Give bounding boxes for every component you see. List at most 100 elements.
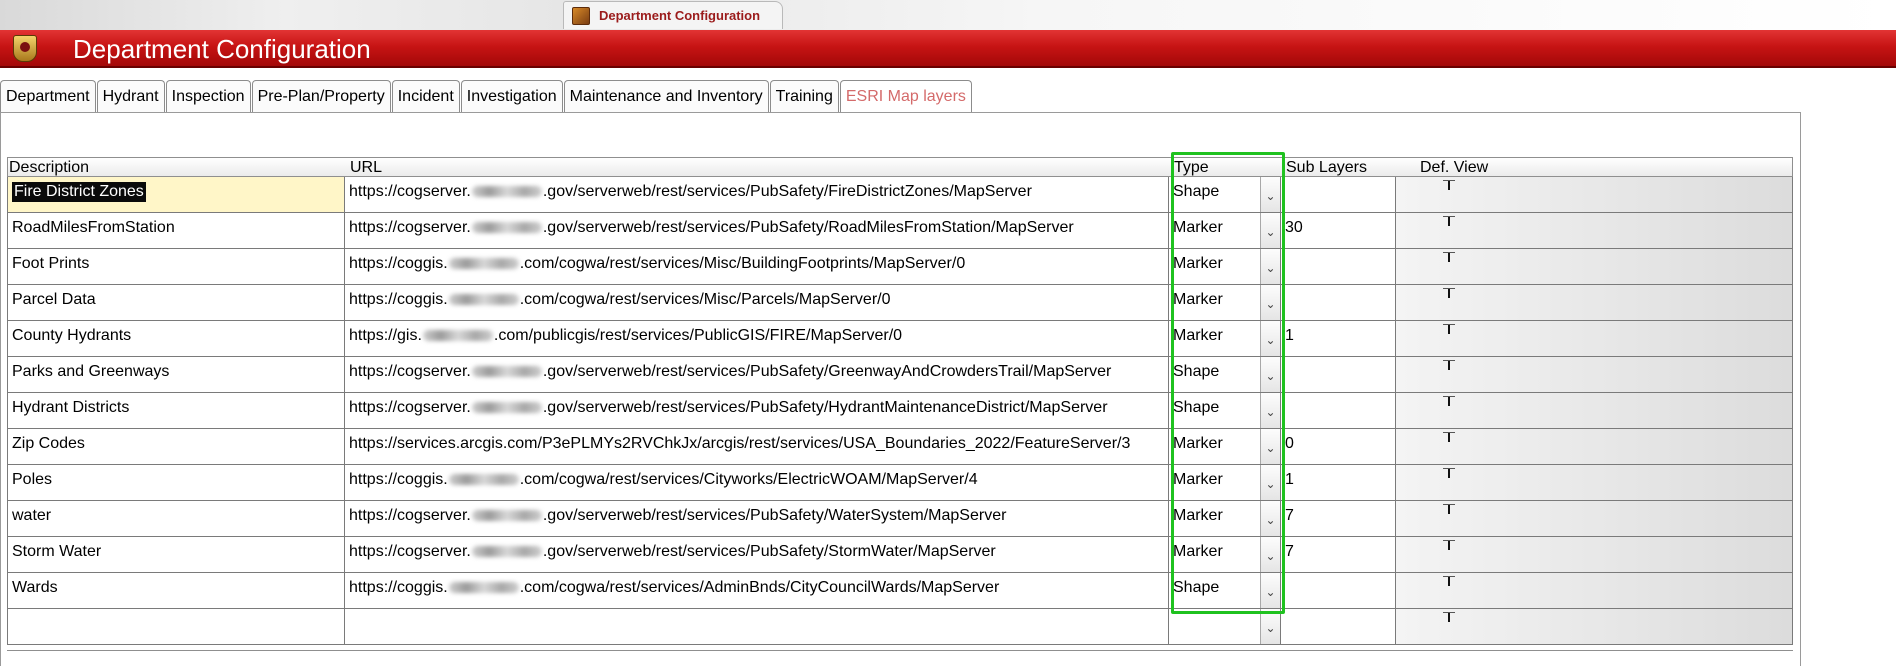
url-cell[interactable]: https://cogserver. .gov/serverweb/rest/se… [345,537,1169,573]
description-cell[interactable]: Poles [7,465,345,501]
table-row[interactable]: RoadMilesFromStation https://cogserver. .g… [7,213,1793,249]
table-row[interactable]: Parks and Greenways https://cogserver. .go… [7,357,1793,393]
tab-pre-plan-property[interactable]: Pre-Plan/Property [251,80,391,113]
column-header-def-view[interactable]: Def. View [1420,159,1488,177]
sub-layers-cell[interactable]: 1 [1281,465,1396,501]
url-cell[interactable]: https://coggis. .com/cogwa/rest/services/… [345,249,1169,285]
def-view-cell[interactable] [1396,357,1793,393]
type-dropdown[interactable]: Shape ⌄ [1169,393,1281,429]
description-cell[interactable] [7,609,345,645]
table-row[interactable]: Hydrant Districts https://cogserver. .gov/… [7,393,1793,429]
table-row[interactable]: County Hydrants https://gis. .com/publicgi… [7,321,1793,357]
sub-layers-cell[interactable] [1281,393,1396,429]
def-view-cell[interactable] [1396,285,1793,321]
tab-investigation[interactable]: Investigation [460,80,563,113]
url-cell[interactable]: https://cogserver. .gov/serverweb/rest/se… [345,357,1169,393]
table-row[interactable]: ⌄ [7,609,1793,645]
table-row[interactable]: Foot Prints https://coggis. .com/cogwa/res… [7,249,1793,285]
chevron-down-icon[interactable]: ⌄ [1260,177,1280,212]
def-view-cell[interactable] [1396,429,1793,465]
sub-layers-cell[interactable]: 1 [1281,321,1396,357]
sub-layers-cell[interactable] [1281,357,1396,393]
def-view-checkbox[interactable] [1443,360,1455,370]
description-cell[interactable]: water [7,501,345,537]
description-cell[interactable]: County Hydrants [7,321,345,357]
description-cell[interactable]: Parcel Data [7,285,345,321]
type-dropdown[interactable]: Marker ⌄ [1169,501,1281,537]
def-view-checkbox[interactable] [1443,252,1455,262]
def-view-cell[interactable] [1396,573,1793,609]
type-dropdown[interactable]: Marker ⌄ [1169,537,1281,573]
document-tab[interactable]: Department Configuration [563,1,783,29]
chevron-down-icon[interactable]: ⌄ [1260,321,1280,356]
column-header-description[interactable]: Description [9,159,89,177]
type-dropdown[interactable]: Marker ⌄ [1169,321,1281,357]
description-cell[interactable]: Storm Water [7,537,345,573]
def-view-checkbox[interactable] [1443,396,1455,406]
sub-layers-cell[interactable] [1281,249,1396,285]
sub-layers-cell[interactable] [1281,285,1396,321]
description-cell[interactable]: RoadMilesFromStation [7,213,345,249]
chevron-down-icon[interactable]: ⌄ [1260,537,1280,572]
url-cell[interactable]: https://coggis. .com/cogwa/rest/services/… [345,285,1169,321]
chevron-down-icon[interactable]: ⌄ [1260,429,1280,464]
url-cell[interactable] [345,609,1169,645]
description-cell[interactable]: Foot Prints [7,249,345,285]
type-dropdown[interactable]: Shape ⌄ [1169,357,1281,393]
description-cell[interactable]: Hydrant Districts [7,393,345,429]
chevron-down-icon[interactable]: ⌄ [1260,285,1280,320]
table-row[interactable]: water https://cogserver. .gov/serverweb/re… [7,501,1793,537]
def-view-cell[interactable] [1396,249,1793,285]
sub-layers-cell[interactable]: 0 [1281,429,1396,465]
def-view-checkbox[interactable] [1443,180,1455,190]
url-cell[interactable]: https://services.arcgis.com/P3ePLMYs2RVC… [345,429,1169,465]
def-view-checkbox[interactable] [1443,468,1455,478]
url-cell[interactable]: https://cogserver. .gov/serverweb/rest/se… [345,213,1169,249]
def-view-checkbox[interactable] [1443,612,1455,622]
type-dropdown[interactable]: Marker ⌄ [1169,249,1281,285]
def-view-checkbox[interactable] [1443,504,1455,514]
url-cell[interactable]: https://coggis. .com/cogwa/rest/services/… [345,465,1169,501]
def-view-checkbox[interactable] [1443,540,1455,550]
sub-layers-cell[interactable] [1281,609,1396,645]
url-cell[interactable]: https://coggis. .com/cogwa/rest/services/… [345,573,1169,609]
tab-department[interactable]: Department [0,80,96,113]
def-view-cell[interactable] [1396,177,1793,213]
chevron-down-icon[interactable]: ⌄ [1260,249,1280,284]
table-row[interactable]: Storm Water https://cogserver. .gov/server… [7,537,1793,573]
table-row[interactable]: Zip Codes https://services.arcgis.com/P3e… [7,429,1793,465]
type-dropdown[interactable]: ⌄ [1169,609,1281,645]
chevron-down-icon[interactable]: ⌄ [1260,357,1280,392]
def-view-cell[interactable] [1396,321,1793,357]
description-cell[interactable]: Fire District Zones [7,177,345,213]
def-view-cell[interactable] [1396,501,1793,537]
sub-layers-cell[interactable]: 7 [1281,501,1396,537]
def-view-cell[interactable] [1396,393,1793,429]
type-dropdown[interactable]: Marker ⌄ [1169,429,1281,465]
sub-layers-cell[interactable] [1281,573,1396,609]
column-header-sub-layers[interactable]: Sub Layers [1286,159,1367,177]
tab-incident[interactable]: Incident [391,80,460,113]
def-view-checkbox[interactable] [1443,288,1455,298]
chevron-down-icon[interactable]: ⌄ [1260,501,1280,536]
type-dropdown[interactable]: Marker ⌄ [1169,285,1281,321]
sub-layers-cell[interactable] [1281,177,1396,213]
table-row[interactable]: Poles https://coggis. .com/cogwa/rest/serv… [7,465,1793,501]
url-cell[interactable]: https://gis. .com/publicgis/rest/services… [345,321,1169,357]
description-cell[interactable]: Wards [7,573,345,609]
tab-hydrant[interactable]: Hydrant [96,80,165,113]
def-view-cell[interactable] [1396,213,1793,249]
table-row[interactable]: Wards https://coggis. .com/cogwa/rest/serv… [7,573,1793,609]
type-dropdown[interactable]: Marker ⌄ [1169,465,1281,501]
def-view-checkbox[interactable] [1443,432,1455,442]
tab-esri-map-layers[interactable]: ESRI Map layers [839,80,972,113]
sub-layers-cell[interactable]: 30 [1281,213,1396,249]
def-view-cell[interactable] [1396,537,1793,573]
tab-training[interactable]: Training [769,80,839,113]
url-cell[interactable]: https://cogserver. .gov/serverweb/rest/se… [345,393,1169,429]
column-header-url[interactable]: URL [350,159,382,177]
chevron-down-icon[interactable]: ⌄ [1260,609,1280,644]
type-dropdown[interactable]: Shape ⌄ [1169,573,1281,609]
def-view-checkbox[interactable] [1443,324,1455,334]
def-view-cell[interactable] [1396,609,1793,645]
